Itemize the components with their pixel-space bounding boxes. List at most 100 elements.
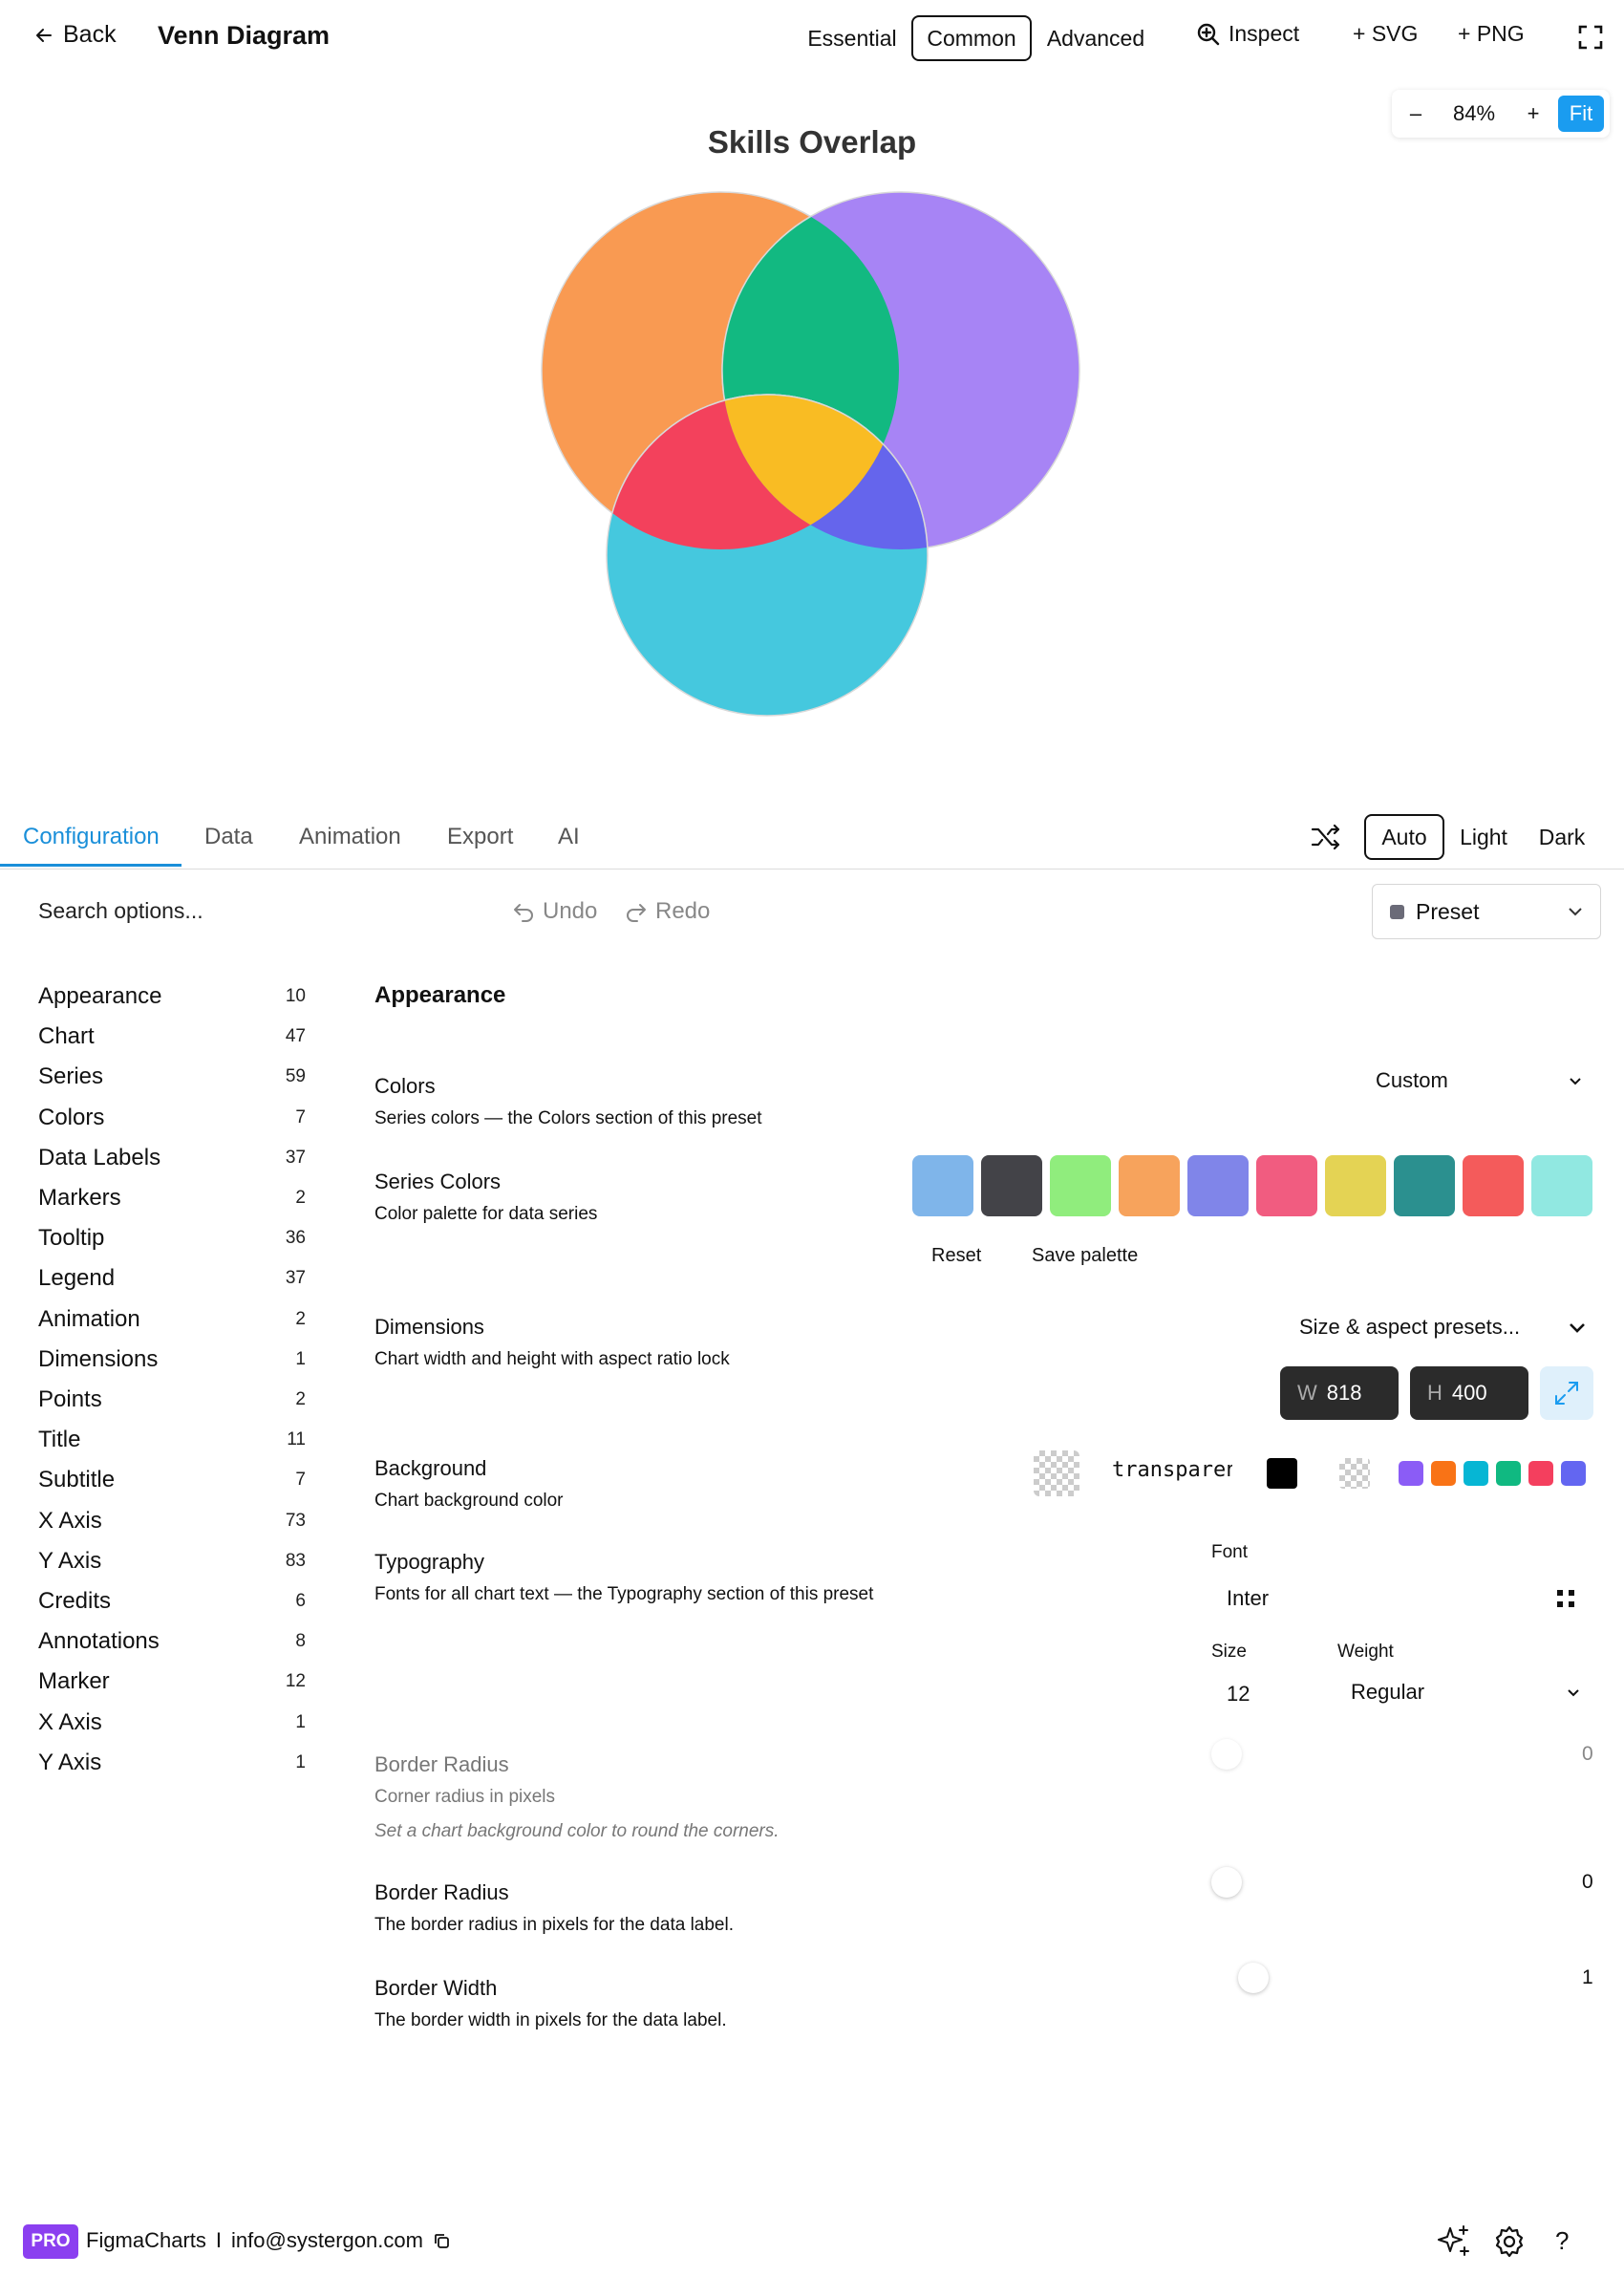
copy-icon[interactable] bbox=[433, 2232, 450, 2249]
sidebar-item-count: 2 bbox=[295, 1188, 306, 1208]
save-palette-button[interactable]: Save palette bbox=[1032, 1245, 1138, 1267]
palette-swatch[interactable] bbox=[1463, 1155, 1524, 1216]
active-tab-indicator bbox=[0, 864, 182, 867]
sidebar-item[interactable]: Animation 2 bbox=[38, 1300, 306, 1339]
palette-swatch[interactable] bbox=[1050, 1155, 1111, 1216]
sidebar-item[interactable]: Appearance 10 bbox=[38, 977, 306, 1016]
sidebar-item[interactable]: Markers 2 bbox=[38, 1179, 306, 1217]
height-value: 400 bbox=[1451, 1381, 1487, 1405]
background-quick-swatch[interactable] bbox=[1431, 1461, 1456, 1486]
tab-animation[interactable]: Animation bbox=[299, 824, 401, 850]
sidebar-item[interactable]: Marker 12 bbox=[38, 1663, 306, 1701]
sidebar-item-label: Chart bbox=[38, 1023, 95, 1050]
ai-sparkle-button[interactable] bbox=[1435, 2222, 1473, 2265]
sidebar-item[interactable]: Y Axis 83 bbox=[38, 1542, 306, 1580]
palette-swatch[interactable] bbox=[1256, 1155, 1317, 1216]
background-transparent-swatch[interactable] bbox=[1339, 1458, 1370, 1489]
series-palette bbox=[912, 1155, 1592, 1216]
background-quick-swatch[interactable] bbox=[1561, 1461, 1586, 1486]
sidebar-item[interactable]: Chart 47 bbox=[38, 1018, 306, 1056]
palette-swatch[interactable] bbox=[1325, 1155, 1386, 1216]
colors-value: Custom bbox=[1376, 1068, 1448, 1092]
background-value-input[interactable]: transparent bbox=[1112, 1458, 1232, 1482]
palette-swatch[interactable] bbox=[1394, 1155, 1455, 1216]
label-border-width-title: Border Width bbox=[374, 1976, 498, 2000]
sidebar-item-label: X Axis bbox=[38, 1507, 102, 1534]
background-quick-swatch[interactable] bbox=[1464, 1461, 1488, 1486]
sidebar-item-label: Title bbox=[38, 1427, 81, 1453]
sidebar-item-count: 73 bbox=[285, 1510, 306, 1531]
background-quick-swatch[interactable] bbox=[1399, 1461, 1423, 1486]
sidebar-item-count: 2 bbox=[295, 1308, 306, 1329]
font-label: Font bbox=[1211, 1542, 1249, 1562]
pro-badge[interactable]: PRO bbox=[23, 2224, 78, 2259]
tab-export[interactable]: Export bbox=[447, 824, 513, 850]
help-button[interactable]: ? bbox=[1555, 2226, 1569, 2256]
sidebar-item[interactable]: Credits 6 bbox=[38, 1582, 306, 1621]
chart-border-radius-title: Border Radius bbox=[374, 1752, 509, 1776]
label-border-radius-slider[interactable] bbox=[1211, 1867, 1242, 1898]
sidebar-item[interactable]: Annotations 8 bbox=[38, 1622, 306, 1661]
sidebar-item-label: X Axis bbox=[38, 1708, 102, 1735]
search-options-input[interactable]: Search options... bbox=[38, 898, 203, 924]
sidebar-item-count: 47 bbox=[285, 1026, 306, 1047]
tab-configuration[interactable]: Configuration bbox=[23, 824, 160, 850]
tab-data[interactable]: Data bbox=[204, 824, 253, 850]
sidebar-item[interactable]: X Axis 1 bbox=[38, 1704, 306, 1742]
colors-title: Colors bbox=[374, 1074, 436, 1098]
colors-select[interactable]: Custom bbox=[1376, 1068, 1582, 1093]
sidebar-item[interactable]: Colors 7 bbox=[38, 1099, 306, 1137]
weight-label: Weight bbox=[1337, 1642, 1394, 1662]
label-border-radius-desc: The border radius in pixels for the data… bbox=[374, 1915, 734, 1935]
sidebar-item[interactable]: Tooltip 36 bbox=[38, 1219, 306, 1257]
dimensions-desc: Chart width and height with aspect ratio… bbox=[374, 1349, 730, 1369]
aspect-lock-button[interactable] bbox=[1540, 1366, 1593, 1420]
palette-swatch[interactable] bbox=[981, 1155, 1042, 1216]
theme-light[interactable]: Light bbox=[1450, 814, 1517, 860]
preset-select[interactable]: Preset bbox=[1372, 884, 1601, 939]
chevron-down-icon bbox=[1569, 908, 1582, 916]
sidebar-item[interactable]: Subtitle 7 bbox=[38, 1461, 306, 1499]
footer-brand: FigmaCharts I info@systergon.com bbox=[86, 2228, 450, 2253]
sidebar-item[interactable]: Dimensions 1 bbox=[38, 1341, 306, 1379]
shuffle-button[interactable] bbox=[1311, 824, 1341, 855]
redo-button[interactable]: Redo bbox=[625, 898, 710, 925]
width-field[interactable]: W 818 bbox=[1280, 1366, 1399, 1420]
font-picker-button[interactable] bbox=[1555, 1588, 1576, 1614]
palette-swatch[interactable] bbox=[1187, 1155, 1249, 1216]
label-border-width-slider[interactable] bbox=[1238, 1963, 1269, 1993]
height-field[interactable]: H 400 bbox=[1410, 1366, 1528, 1420]
height-field-label: H bbox=[1427, 1381, 1442, 1405]
sidebar-item[interactable]: Data Labels 37 bbox=[38, 1139, 306, 1177]
sidebar-item[interactable]: Y Axis 1 bbox=[38, 1744, 306, 1782]
theme-auto[interactable]: Auto bbox=[1364, 814, 1444, 860]
sidebar-item[interactable]: Points 2 bbox=[38, 1381, 306, 1419]
background-quick-swatch[interactable] bbox=[1528, 1461, 1553, 1486]
sidebar-item[interactable]: Title 11 bbox=[38, 1421, 306, 1459]
palette-swatch[interactable] bbox=[1119, 1155, 1180, 1216]
font-select[interactable]: Inter bbox=[1227, 1586, 1269, 1611]
tab-ai[interactable]: AI bbox=[558, 824, 580, 850]
undo-icon bbox=[514, 904, 533, 922]
chart-border-radius-slider[interactable] bbox=[1211, 1739, 1242, 1770]
settings-button[interactable] bbox=[1492, 2224, 1527, 2264]
palette-swatch[interactable] bbox=[912, 1155, 973, 1216]
undo-label: Undo bbox=[543, 898, 598, 924]
sidebar-item[interactable]: Legend 37 bbox=[38, 1259, 306, 1298]
background-quick-swatch[interactable] bbox=[1496, 1461, 1521, 1486]
theme-dark[interactable]: Dark bbox=[1527, 814, 1597, 860]
size-presets-select[interactable]: Size & aspect presets... bbox=[1299, 1315, 1586, 1340]
sidebar-item[interactable]: Series 59 bbox=[38, 1058, 306, 1096]
font-weight-select[interactable]: Regular bbox=[1351, 1680, 1580, 1705]
sidebar-item-count: 7 bbox=[295, 1470, 306, 1491]
footer-email[interactable]: info@systergon.com bbox=[231, 2228, 423, 2253]
background-black-swatch[interactable] bbox=[1267, 1458, 1297, 1489]
palette-swatch[interactable] bbox=[1531, 1155, 1592, 1216]
background-color-swatch[interactable] bbox=[1034, 1450, 1079, 1496]
sidebar-item-label: Subtitle bbox=[38, 1467, 116, 1493]
sidebar-item-label: Dimensions bbox=[38, 1345, 159, 1372]
reset-palette-button[interactable]: Reset bbox=[931, 1245, 981, 1267]
undo-button[interactable]: Undo bbox=[512, 898, 597, 925]
font-size-input[interactable]: 12 bbox=[1227, 1682, 1250, 1707]
sidebar-item[interactable]: X Axis 73 bbox=[38, 1502, 306, 1540]
